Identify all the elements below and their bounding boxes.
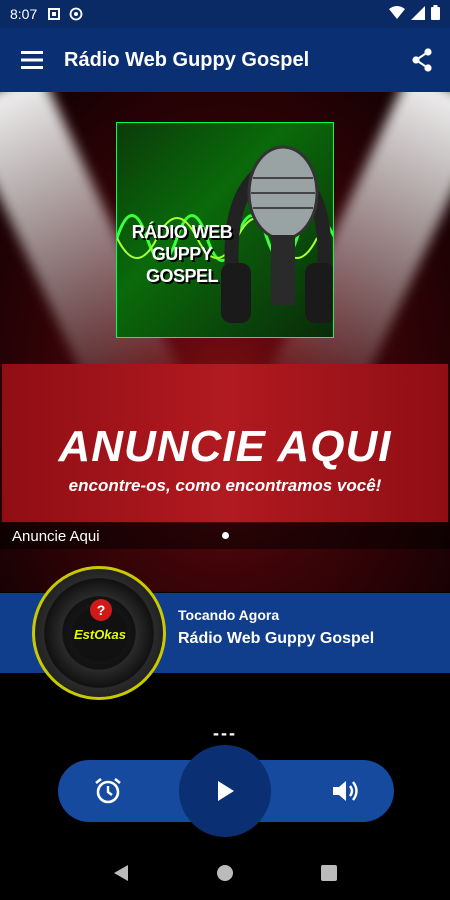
- status-bar: 8:07: [0, 0, 450, 28]
- play-button[interactable]: [179, 745, 271, 837]
- app-title: Rádio Web Guppy Gospel: [64, 48, 310, 71]
- cover-line1: RÁDIO WEB: [131, 222, 233, 242]
- hamburger-menu-icon[interactable]: [0, 28, 64, 92]
- status-right: [389, 5, 440, 23]
- disc-logo-text: EstOkas: [73, 626, 127, 642]
- square-app-icon: [47, 7, 61, 21]
- signal-icon: [411, 5, 425, 23]
- ad-banner[interactable]: ANUNCIE AQUI encontre-os, como encontram…: [2, 364, 448, 522]
- banner-tagline: encontre-os, como encontramos você!: [68, 476, 382, 495]
- battery-icon: [431, 5, 440, 23]
- cover-label: RÁDIO WEB GUPPY GOSPEL: [127, 221, 237, 287]
- status-time: 8:07: [10, 6, 38, 22]
- station-cover-art: RÁDIO WEB GUPPY GOSPEL: [116, 122, 334, 338]
- track-metadata: ---: [213, 723, 237, 743]
- now-playing-label: Tocando Agora: [178, 607, 280, 623]
- home-icon[interactable]: [215, 863, 235, 888]
- alarm-icon[interactable]: [80, 763, 136, 819]
- back-icon[interactable]: [112, 863, 130, 888]
- at-sign-icon: [69, 7, 83, 21]
- app-bar: Rádio Web Guppy Gospel: [0, 28, 450, 92]
- vinyl-disc-artwork: EstOkas ?: [32, 566, 166, 700]
- recents-icon[interactable]: [320, 864, 338, 887]
- system-nav-bar: [0, 850, 450, 900]
- banner-headline: ANUNCIE AQUI: [58, 422, 392, 471]
- cover-line2: GUPPY GOSPEL: [145, 244, 219, 286]
- carousel-indicator-dot[interactable]: [222, 532, 229, 539]
- play-icon: [218, 781, 234, 801]
- share-icon[interactable]: [394, 28, 450, 92]
- question-badge-icon: ?: [90, 599, 112, 621]
- hero-background: RÁDIO WEB GUPPY GOSPEL ANUNCIE AQUI enco…: [0, 92, 450, 592]
- wifi-icon: [389, 5, 405, 23]
- volume-icon[interactable]: [316, 763, 372, 819]
- now-playing-station: Rádio Web Guppy Gospel: [178, 630, 375, 647]
